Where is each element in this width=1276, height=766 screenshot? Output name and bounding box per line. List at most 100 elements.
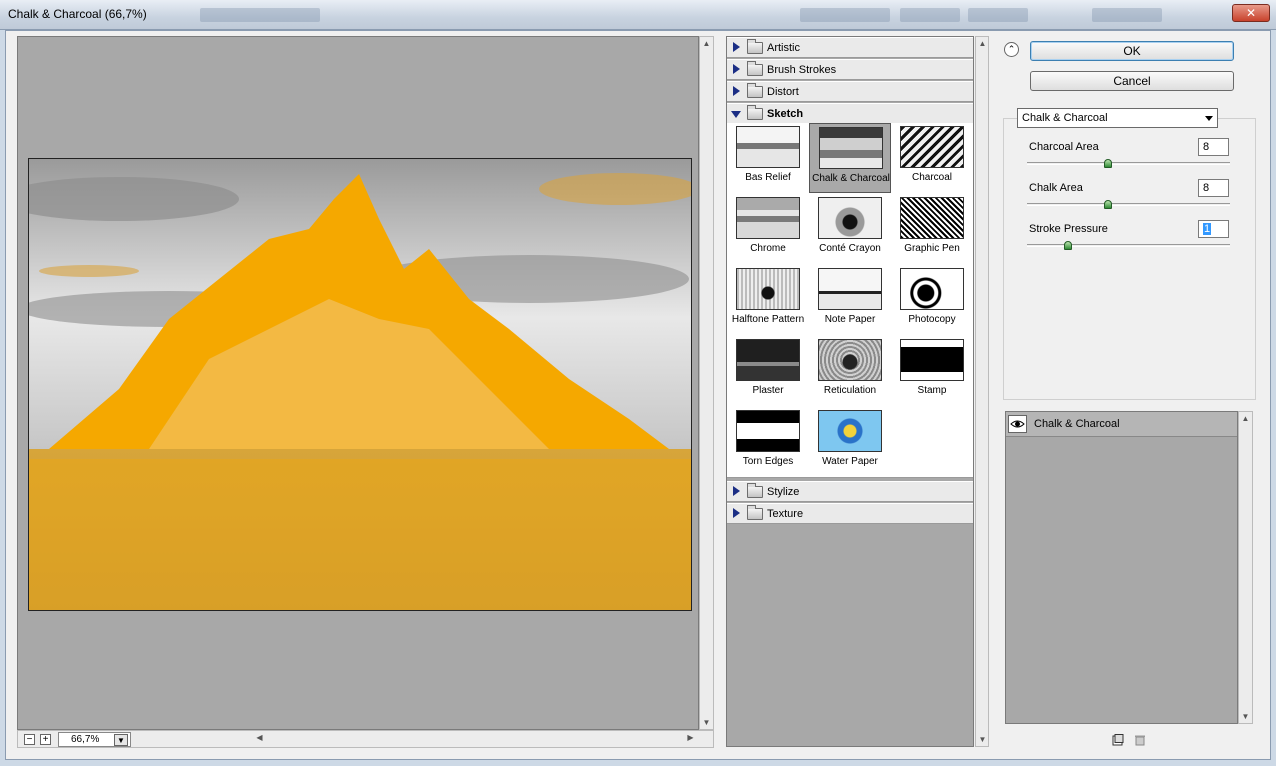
filter-torn-edges[interactable]: Torn Edges: [727, 407, 809, 477]
category-distort[interactable]: Distort: [727, 81, 973, 102]
filter-thumbnail: [900, 268, 964, 310]
window-title: Chalk & Charcoal (66,7%): [8, 7, 147, 21]
charcoal-area-input[interactable]: 8: [1198, 138, 1229, 156]
filter-thumbnail: [736, 339, 800, 381]
filter-chalk-charcoal[interactable]: Chalk & Charcoal: [809, 123, 891, 193]
close-window-button[interactable]: ✕: [1232, 4, 1270, 22]
stroke-pressure-input[interactable]: 1: [1198, 220, 1229, 238]
visibility-toggle[interactable]: [1008, 415, 1027, 433]
charcoal-area-slider-thumb[interactable]: [1104, 159, 1113, 168]
filter-thumbnail: [900, 197, 964, 239]
stroke-pressure-value: 1: [1203, 223, 1212, 235]
collapse-triangle-icon: [731, 111, 741, 118]
category-artistic[interactable]: Artistic: [727, 37, 973, 58]
zoom-out-button[interactable]: −: [24, 734, 35, 745]
background-toolbar: [1092, 8, 1162, 22]
scroll-up-icon[interactable]: ▲: [976, 39, 989, 48]
category-label: Distort: [767, 86, 799, 98]
zoom-in-icon: +: [42, 734, 49, 745]
category-label: Brush Strokes: [767, 64, 837, 76]
filter-select-value: Chalk & Charcoal: [1022, 112, 1108, 124]
category-label: Artistic: [767, 42, 800, 54]
filter-label: Photocopy: [908, 314, 956, 325]
scroll-right-icon[interactable]: ▶: [684, 733, 697, 742]
zoom-dropdown-button[interactable]: ▼: [114, 734, 128, 746]
charcoal-area-slider[interactable]: [1027, 162, 1230, 165]
category-brush-strokes[interactable]: Brush Strokes: [727, 59, 973, 80]
collapse-gallery-button[interactable]: ⌃: [1004, 42, 1019, 57]
zoom-level-value: 66,7%: [71, 734, 100, 745]
gallery-scrollbar[interactable]: ▲ ▼: [975, 36, 989, 747]
filter-bas-relief[interactable]: Bas Relief: [727, 123, 809, 193]
filter-label: Plaster: [752, 385, 784, 396]
chevron-up-icon: ⌃: [1007, 44, 1016, 54]
scroll-down-icon[interactable]: ▼: [700, 718, 713, 727]
filter-water-paper[interactable]: Water Paper: [809, 407, 891, 477]
expand-triangle-icon: [733, 86, 740, 96]
filter-label: Stamp: [917, 385, 947, 396]
filter-stamp[interactable]: Stamp: [891, 336, 973, 406]
stroke-pressure-slider[interactable]: [1027, 244, 1230, 247]
filter-label: Chrome: [750, 243, 786, 254]
background-toolbar: [200, 8, 320, 22]
zoom-in-button[interactable]: +: [40, 734, 51, 745]
preview-vertical-scrollbar[interactable]: ▲ ▼: [699, 36, 714, 730]
scroll-down-icon[interactable]: ▼: [976, 735, 989, 744]
folder-icon: [747, 483, 763, 498]
eye-icon: [1010, 420, 1025, 428]
filter-note-paper[interactable]: Note Paper: [809, 265, 891, 335]
effect-layers-panel: Chalk & Charcoal: [1005, 411, 1238, 724]
filter-thumbnail: [818, 339, 882, 381]
zoom-out-icon: −: [26, 734, 33, 745]
filter-label: Chalk & Charcoal: [812, 173, 890, 184]
filter-conte-crayon[interactable]: Conté Crayon: [809, 194, 891, 264]
filter-graphic-pen[interactable]: Graphic Pen: [891, 194, 973, 264]
folder-open-icon: [747, 105, 763, 120]
preview-canvas[interactable]: [17, 36, 699, 730]
filter-plaster[interactable]: Plaster: [727, 336, 809, 406]
filter-thumbnail: [736, 410, 800, 452]
filter-chrome[interactable]: Chrome: [727, 194, 809, 264]
expand-triangle-icon: [733, 42, 740, 52]
background-toolbar: [800, 8, 890, 22]
filter-charcoal[interactable]: Charcoal: [891, 123, 973, 193]
filter-settings-panel: [1003, 118, 1256, 400]
filter-select[interactable]: Chalk & Charcoal: [1017, 108, 1218, 128]
scroll-left-icon[interactable]: ◀: [253, 733, 266, 742]
expand-triangle-icon: [733, 508, 740, 518]
category-texture[interactable]: Texture: [727, 503, 973, 524]
preview-artwork: [29, 159, 691, 610]
background-toolbar: [900, 8, 960, 22]
filter-label: Bas Relief: [745, 172, 791, 183]
chalk-area-input[interactable]: 8: [1198, 179, 1229, 197]
scroll-up-icon[interactable]: ▲: [1239, 414, 1252, 423]
filter-photocopy[interactable]: Photocopy: [891, 265, 973, 335]
charcoal-area-label: Charcoal Area: [1029, 141, 1099, 153]
category-stylize[interactable]: Stylize: [727, 481, 973, 502]
scroll-up-icon[interactable]: ▲: [700, 39, 713, 48]
layers-scrollbar[interactable]: ▲ ▼: [1238, 411, 1253, 724]
filter-label: Conté Crayon: [819, 243, 881, 254]
effect-layer-row[interactable]: Chalk & Charcoal: [1006, 412, 1237, 437]
filter-gallery: Artistic Brush Strokes Distort Sketch Ba…: [726, 36, 974, 747]
category-sketch[interactable]: Sketch: [727, 103, 973, 124]
cancel-button[interactable]: Cancel: [1030, 71, 1234, 91]
new-effect-layer-icon[interactable]: [1112, 734, 1124, 746]
stroke-pressure-label: Stroke Pressure: [1029, 223, 1108, 235]
chalk-area-slider[interactable]: [1027, 203, 1230, 206]
trash-icon[interactable]: [1134, 734, 1146, 746]
filter-halftone-pattern[interactable]: Halftone Pattern: [727, 265, 809, 335]
chevron-down-icon: ▼: [117, 736, 125, 745]
expand-triangle-icon: [733, 486, 740, 496]
ok-button[interactable]: OK: [1030, 41, 1234, 61]
filter-label: Charcoal: [911, 172, 953, 183]
preview-horizontal-scrollbar[interactable]: ◀ ▶: [253, 732, 697, 747]
filter-label: Note Paper: [824, 314, 876, 325]
sketch-filter-grid: Bas Relief Chalk & Charcoal Charcoal Chr…: [727, 123, 973, 478]
filter-reticulation[interactable]: Reticulation: [809, 336, 891, 406]
category-label: Stylize: [767, 486, 800, 498]
chalk-area-slider-thumb[interactable]: [1104, 200, 1113, 209]
scroll-down-icon[interactable]: ▼: [1239, 712, 1252, 721]
filter-thumbnail: [736, 268, 800, 310]
stroke-pressure-slider-thumb[interactable]: [1063, 241, 1072, 250]
